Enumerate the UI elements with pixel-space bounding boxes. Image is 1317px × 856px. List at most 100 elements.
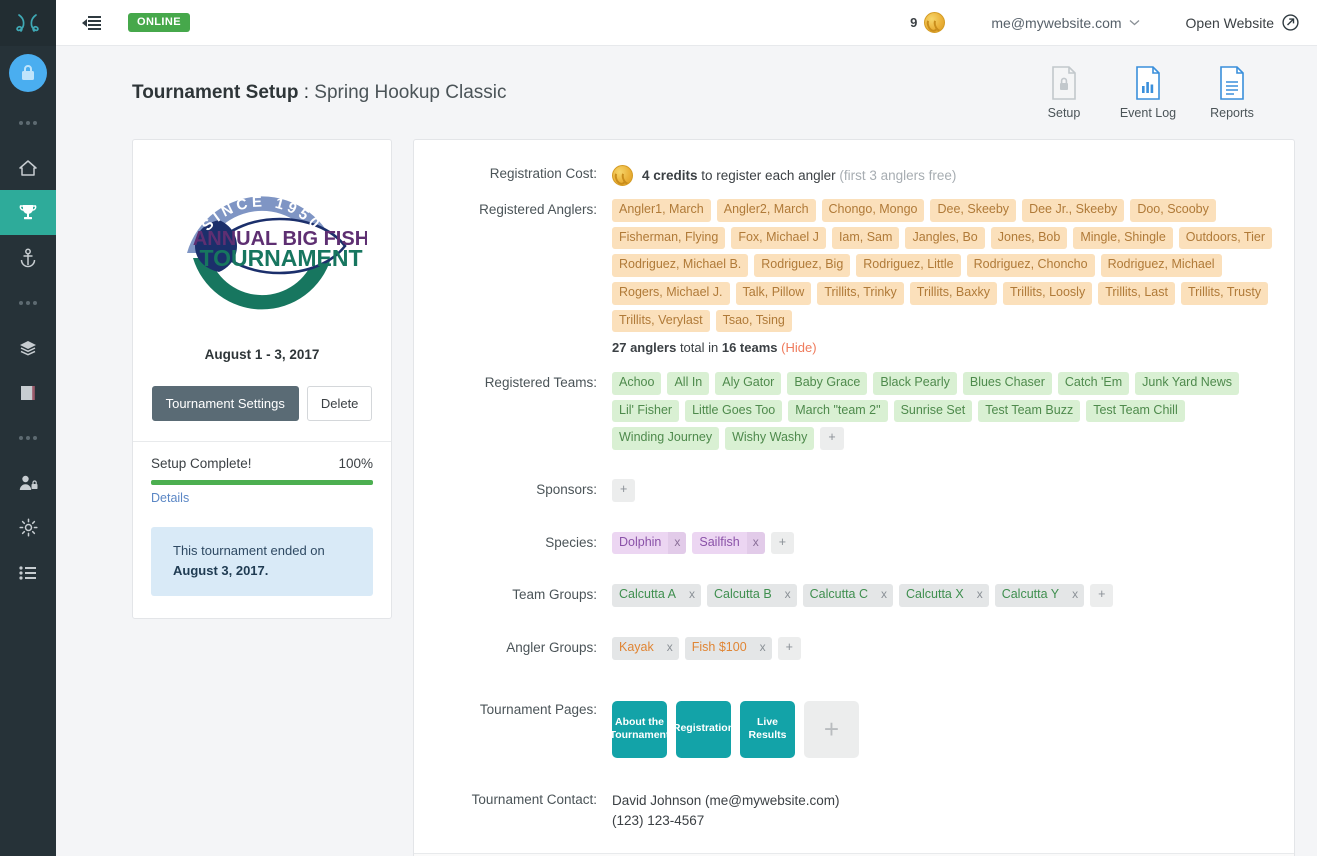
angler-tag[interactable]: Rodriguez, Michael xyxy=(1100,254,1222,277)
sidebar-item-layers[interactable] xyxy=(0,325,56,370)
sidebar-item-users[interactable] xyxy=(0,460,56,505)
angler-tag[interactable]: Trillits, Last xyxy=(1098,281,1175,305)
angler-tag[interactable]: Chongo, Mongo xyxy=(821,199,925,222)
team-group-chip[interactable]: Calcutta Xx xyxy=(899,584,989,607)
team-tag[interactable]: Lil' Fisher xyxy=(612,399,680,423)
team-group-chip-remove-button[interactable]: x xyxy=(875,584,894,607)
team-group-chip[interactable]: Calcutta Yx xyxy=(994,584,1085,607)
species-tags-add-button[interactable]: + xyxy=(770,531,794,555)
sidebar-item-anchor[interactable] xyxy=(0,235,56,280)
team-tag[interactable]: Wishy Washy xyxy=(725,427,815,450)
angler-tag[interactable]: Trillits, Trinky xyxy=(817,281,904,305)
angler-tag[interactable]: Rodriguez, Big xyxy=(754,254,851,277)
team-tag[interactable]: Sunrise Set xyxy=(893,399,973,423)
external-link-icon xyxy=(1282,14,1299,31)
angler-tag[interactable]: Talk, Pillow xyxy=(735,281,812,305)
sidebar-item-settings[interactable] xyxy=(0,505,56,550)
sidebar-item-tournaments[interactable] xyxy=(0,190,56,235)
header-action-event-log[interactable]: Event Log xyxy=(1119,65,1177,120)
big-fish-tournament-logo-icon: SINCE 1950 ANNUAL BIG FISH TOURNAMENT xyxy=(187,193,367,310)
team-tag[interactable]: Blues Chaser xyxy=(962,372,1052,395)
angler-tag[interactable]: Angler2, March xyxy=(716,199,816,222)
tournament-settings-button[interactable]: Tournament Settings xyxy=(151,386,299,421)
add-tournament-page-button[interactable]: + xyxy=(804,700,859,758)
angler-tag[interactable]: Rogers, Michael J. xyxy=(612,281,730,305)
cost-note: (first 3 anglers free) xyxy=(839,168,957,183)
angler-tag[interactable]: Fox, Michael J xyxy=(731,226,826,250)
contact-name-email: David Johnson (me@mywebsite.com) xyxy=(612,792,840,808)
angler-group-chip-remove-button[interactable]: x xyxy=(660,636,679,660)
sidebar-item-book[interactable] xyxy=(0,370,56,415)
team-tag[interactable]: Achoo xyxy=(612,372,662,395)
anchor-icon xyxy=(20,248,36,267)
avatar[interactable] xyxy=(0,46,56,100)
team-tag[interactable]: Baby Grace xyxy=(787,372,868,395)
hide-link[interactable]: (Hide) xyxy=(781,340,816,355)
tournament-page-tile[interactable]: Registration xyxy=(673,700,734,758)
team-tag[interactable]: Winding Journey xyxy=(612,427,720,450)
angler-tag[interactable]: Jangles, Bo xyxy=(905,226,985,250)
logo-line2: TOURNAMENT xyxy=(199,245,362,271)
sidebar-item-home[interactable] xyxy=(0,145,56,190)
angler-tag[interactable]: Rodriguez, Michael B. xyxy=(612,254,749,277)
angler-tag[interactable]: Tsao, Tsing xyxy=(715,309,792,333)
tournament-page-tile[interactable]: About the Tournament xyxy=(610,700,669,758)
row-angler-groups: Angler Groups: Kayak x Fish $100 x + xyxy=(414,636,1276,660)
sidebar-item-list[interactable] xyxy=(0,550,56,595)
species-chip-remove-button[interactable]: x xyxy=(668,531,687,555)
angler-tag[interactable]: Doo, Scooby xyxy=(1130,199,1216,222)
angler-tag[interactable]: Outdoors, Tier xyxy=(1178,226,1272,250)
angler-tag[interactable]: Trillits, Baxky xyxy=(909,281,997,305)
angler-tag[interactable]: Angler1, March xyxy=(612,199,711,222)
notice-line1: This tournament ended on xyxy=(173,543,325,558)
team-group-chip-remove-button[interactable]: x xyxy=(682,584,701,607)
angler-tag[interactable]: Iam, Sam xyxy=(831,226,900,250)
angler-tag[interactable]: Rodriguez, Little xyxy=(856,254,961,277)
header-action-setup[interactable]: Setup xyxy=(1035,65,1093,120)
team-tag[interactable]: March "team 2" xyxy=(788,399,888,423)
species-chip[interactable]: Dolphin x xyxy=(612,531,687,555)
team-tag[interactable]: Aly Gator xyxy=(715,372,782,395)
angler-group-chip[interactable]: Fish $100 x xyxy=(684,636,772,660)
angler-tag[interactable]: Trillits, Verylast xyxy=(612,309,710,333)
brand-logo[interactable] xyxy=(0,0,56,46)
angler-tag[interactable]: Trillits, Trusty xyxy=(1180,281,1269,305)
header-action-reports[interactable]: Reports xyxy=(1203,65,1261,120)
team-group-chip-remove-button[interactable]: x xyxy=(970,584,989,607)
angler-group-chip-remove-button[interactable]: x xyxy=(753,636,772,660)
tournament-page-tile[interactable]: Live Results xyxy=(740,700,795,758)
angler-tag[interactable]: Dee Jr., Skeeby xyxy=(1022,199,1125,222)
open-website-link[interactable]: Open Website xyxy=(1186,14,1299,31)
angler-tag[interactable]: Fisherman, Flying xyxy=(612,226,726,250)
team-tag[interactable]: Junk Yard News xyxy=(1135,372,1240,395)
angler-tag[interactable]: Trillits, Loosly xyxy=(1002,281,1093,305)
team-tag[interactable]: All In xyxy=(667,372,710,395)
team-group-chip-remove-button[interactable]: x xyxy=(778,584,797,607)
sponsors-tags-add-button[interactable]: + xyxy=(612,479,636,502)
team-tag[interactable]: Little Goes Too xyxy=(685,399,783,423)
collapse-sidebar-icon[interactable] xyxy=(82,15,102,31)
angler-tag[interactable]: Dee, Skeeby xyxy=(930,199,1017,222)
species-chip-remove-button[interactable]: x xyxy=(746,531,765,555)
team-tag[interactable]: Catch 'Em xyxy=(1057,372,1130,395)
user-menu[interactable]: me@mywebsite.com xyxy=(991,15,1139,31)
team-group-chip[interactable]: Calcutta Cx xyxy=(802,584,894,607)
teams-tags-add-button[interactable]: + xyxy=(820,427,844,450)
team-tag[interactable]: Black Pearly xyxy=(873,372,957,395)
teamgroups-tags-add-button[interactable]: + xyxy=(1090,584,1114,607)
anglergroups-tags-add-button[interactable]: + xyxy=(777,636,801,660)
angler-group-chip[interactable]: Kayak x xyxy=(612,636,679,660)
angler-tag[interactable]: Mingle, Shingle xyxy=(1073,226,1173,250)
team-group-chip[interactable]: Calcutta Ax xyxy=(612,584,701,607)
team-group-chip[interactable]: Calcutta Bx xyxy=(706,584,797,607)
team-tag[interactable]: Test Team Chill xyxy=(1086,399,1185,423)
team-tag[interactable]: Test Team Buzz xyxy=(978,399,1081,423)
details-link[interactable]: Details xyxy=(151,491,189,505)
team-group-chip-remove-button[interactable]: x xyxy=(1066,584,1085,607)
delete-button[interactable]: Delete xyxy=(306,386,373,421)
angler-tag[interactable]: Rodriguez, Choncho xyxy=(966,254,1095,277)
credits-indicator[interactable]: 9 xyxy=(910,12,946,33)
species-chip[interactable]: Sailfish x xyxy=(692,531,765,555)
angler-tag[interactable]: Jones, Bob xyxy=(990,226,1068,250)
label-registration-cost: Registration Cost: xyxy=(489,166,597,181)
